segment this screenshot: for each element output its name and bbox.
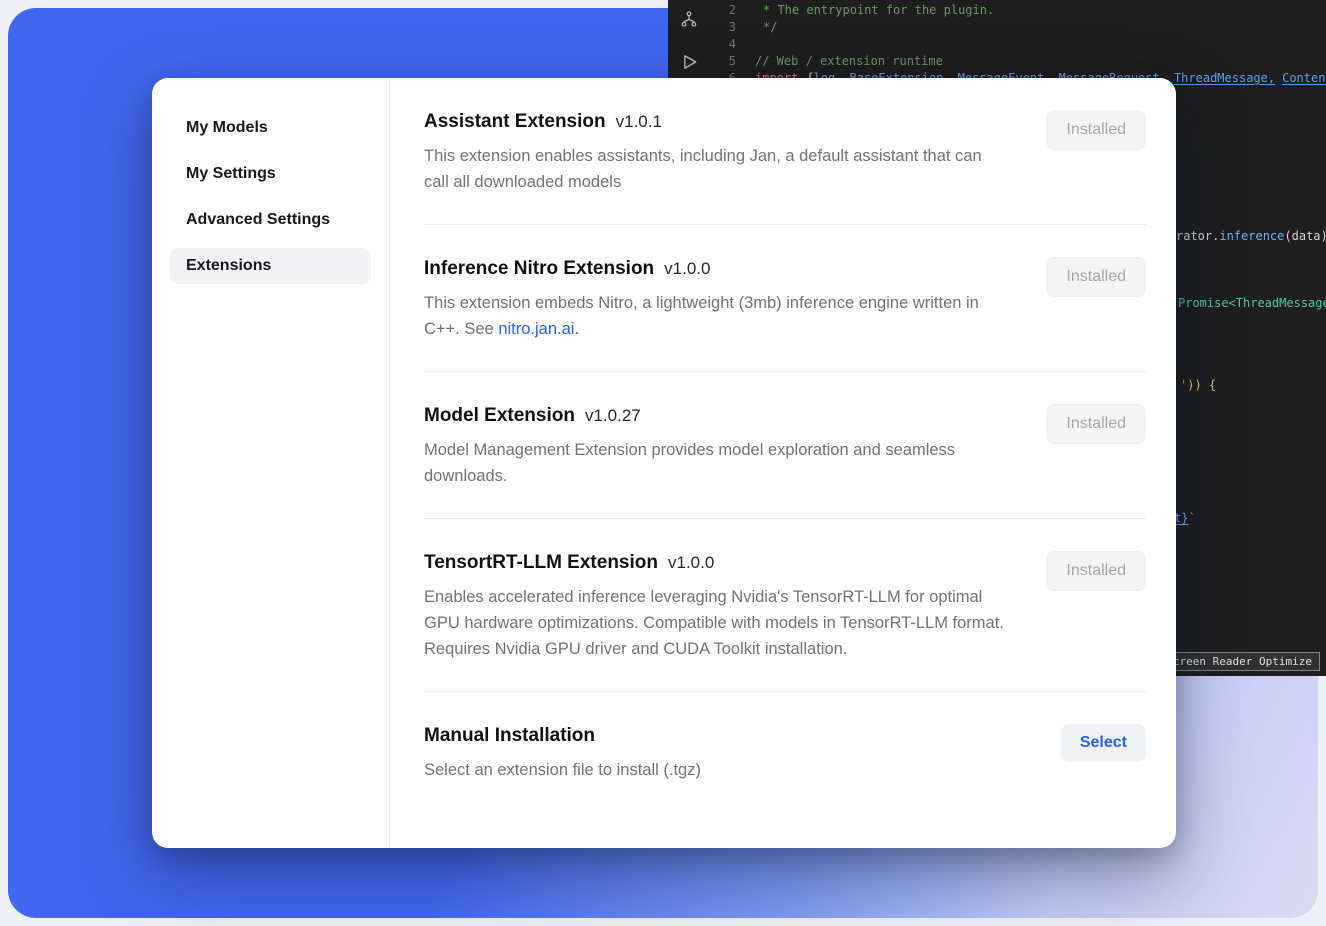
line-number: 4 [710,36,736,53]
code-text: (data)); [1284,229,1326,243]
line-number: 5 [710,53,736,70]
settings-modal: My Models My Settings Advanced Settings … [152,78,1176,848]
code-token: ContentType [1282,71,1326,85]
select-file-button[interactable]: Select [1061,724,1146,762]
line-number: 3 [710,19,736,36]
extension-description: Model Management Extension provides mode… [424,437,1009,489]
extension-title: Inference Nitro Extension [424,255,654,283]
code-line: 5 // Web / extension runtime [710,53,1326,70]
extension-title: TensortRT-LLM Extension [424,549,658,577]
manual-installation-description: Select an extension file to install (.tg… [424,757,701,783]
extensions-list: Assistant Extension v1.0.1 This extensio… [390,78,1176,848]
screen-reader-badge[interactable]: Screen Reader Optimize [1158,652,1320,671]
installed-button[interactable]: Installed [1046,110,1146,150]
extension-description: This extension embeds Nitro, a lightweig… [424,290,1009,342]
code-fragment: ')) { [1180,378,1216,392]
code-text: <ThreadMessage> [1229,296,1326,310]
manual-installation-title: Manual Installation [424,722,595,750]
extension-description: Enables accelerated inference leveraging… [424,584,1009,662]
extension-description: This extension enables assistants, inclu… [424,143,1009,195]
extension-info: Model Extension v1.0.27 Model Management… [424,402,1009,489]
run-play-icon[interactable] [679,52,699,72]
code-fragment: Promise<ThreadMessage> [1178,296,1326,310]
code-text: t} [1174,511,1188,525]
code-comment: */ [755,20,777,34]
sidebar-item-advanced-settings[interactable]: Advanced Settings [170,202,371,238]
extension-title-line: Inference Nitro Extension v1.0.0 [424,255,1009,283]
nitro-jan-ai-link[interactable]: nitro.jan.ai. [498,320,579,338]
extension-row-model: Model Extension v1.0.27 Model Management… [424,372,1146,519]
extension-info: TensortRT-LLM Extension v1.0.0 Enables a… [424,549,1009,662]
code-area: 2* The entrypoint for the plugin. 3*/ 4 … [710,2,1326,87]
extension-title: Assistant Extension [424,108,606,136]
extension-version: v1.0.27 [585,406,641,426]
extension-version: v1.0.0 [664,259,710,279]
settings-sidebar: My Models My Settings Advanced Settings … [152,78,390,848]
code-fragment: t}` [1174,511,1196,525]
code-line: 4 [710,36,1326,53]
extension-row-nitro: Inference Nitro Extension v1.0.0 This ex… [424,225,1146,372]
sidebar-item-my-models[interactable]: My Models [170,110,371,146]
code-text: rator. [1176,229,1219,243]
extension-version: v1.0.1 [616,112,662,132]
extension-title-line: TensortRT-LLM Extension v1.0.0 [424,549,1009,577]
code-comment: * The entrypoint for the plugin. [755,3,994,17]
extension-title-line: Model Extension v1.0.27 [424,402,1009,430]
code-token: ThreadMessage, [1174,71,1275,85]
extension-title-line: Assistant Extension v1.0.1 [424,108,1009,136]
extension-version: v1.0.0 [668,553,714,573]
installed-button[interactable]: Installed [1046,257,1146,297]
page: 2* The entrypoint for the plugin. 3*/ 4 … [0,0,1326,926]
code-text: inference [1219,229,1284,243]
code-line: 2 * The entrypoint for the plugin. [710,2,1326,19]
code-line: 3 */ [710,19,1326,36]
code-text: )) { [1187,378,1216,392]
sidebar-item-extensions[interactable]: Extensions [170,248,371,284]
code-text: ` [1188,511,1195,525]
code-comment: // Web / extension runtime [755,54,943,68]
extension-row-assistant: Assistant Extension v1.0.1 This extensio… [424,78,1146,225]
git-branch-icon[interactable] [680,10,698,28]
installed-button[interactable]: Installed [1046,551,1146,591]
extension-row-tensorrt: TensortRT-LLM Extension v1.0.0 Enables a… [424,519,1146,692]
extension-info: Inference Nitro Extension v1.0.0 This ex… [424,255,1009,342]
manual-installation-row: Manual Installation Select an extension … [424,692,1146,812]
code-fragment: rator.inference(data)); [1176,229,1326,243]
extension-info: Assistant Extension v1.0.1 This extensio… [424,108,1009,195]
sidebar-item-my-settings[interactable]: My Settings [170,156,371,192]
extension-info: Manual Installation Select an extension … [424,722,701,783]
line-number: 2 [710,2,736,19]
extension-title: Model Extension [424,402,575,430]
code-text: Promise [1178,296,1229,310]
extension-title-line: Manual Installation [424,722,701,750]
installed-button[interactable]: Installed [1046,404,1146,444]
